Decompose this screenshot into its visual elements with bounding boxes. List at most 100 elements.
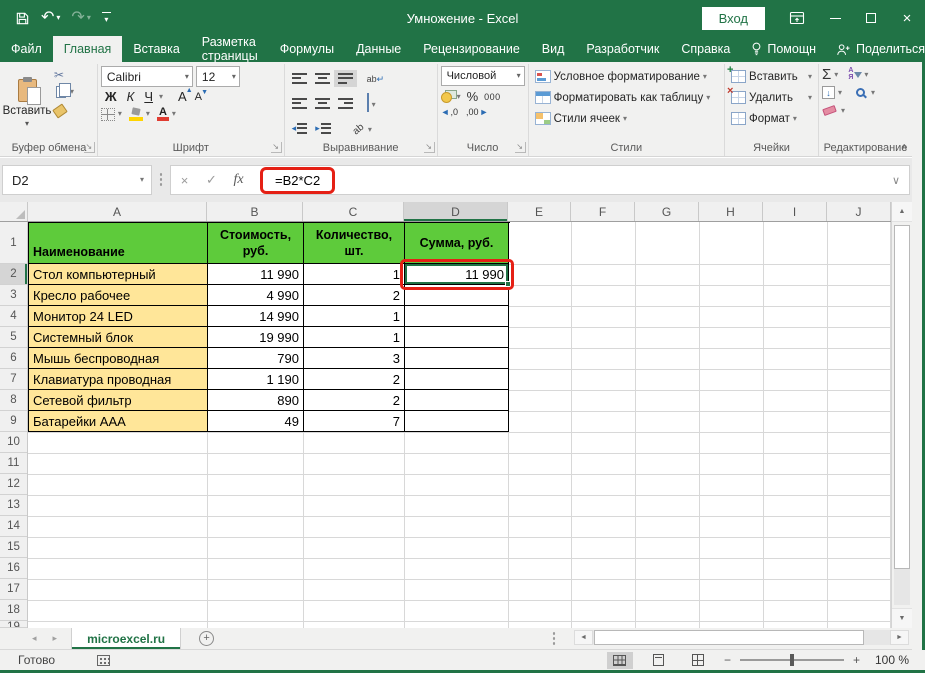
row-header-18[interactable]: 18 xyxy=(0,600,27,621)
autosum-button[interactable]: Σ▾ xyxy=(822,68,838,81)
bold-button[interactable]: Ж xyxy=(101,89,121,104)
format-cells-button[interactable]: Формат▾ xyxy=(728,110,815,127)
row-header-15[interactable]: 15 xyxy=(0,537,27,558)
column-header-c[interactable]: C xyxy=(303,202,404,221)
align-center-button[interactable] xyxy=(311,95,334,112)
cell-b3[interactable]: 4 990 xyxy=(208,285,304,306)
column-header-b[interactable]: B xyxy=(207,202,303,221)
cell-c3[interactable]: 2 xyxy=(304,285,405,306)
row-header-1[interactable]: 1 xyxy=(0,222,27,264)
clear-button[interactable]: ▾ xyxy=(822,104,845,117)
cell-d1[interactable]: Сумма, руб. xyxy=(405,223,509,264)
bottom-align-button[interactable] xyxy=(334,70,357,87)
row-header-8[interactable]: 8 xyxy=(0,390,27,411)
row-header-10[interactable]: 10 xyxy=(0,432,27,453)
cell-b2[interactable]: 11 990 xyxy=(208,264,304,285)
cell-c7[interactable]: 2 xyxy=(304,369,405,390)
column-header-e[interactable]: E xyxy=(508,202,571,221)
next-sheet-button[interactable]: ▸ xyxy=(53,633,58,644)
zoom-slider-thumb[interactable] xyxy=(790,654,794,666)
row-header-11[interactable]: 11 xyxy=(0,453,27,474)
cell-b6[interactable]: 790 xyxy=(208,348,304,369)
font-family-combo[interactable]: Calibri▾ xyxy=(101,66,193,87)
share-button[interactable]: Поделиться xyxy=(826,36,925,62)
tab-file[interactable]: Файл xyxy=(0,36,53,62)
row-header-4[interactable]: 4 xyxy=(0,306,27,327)
delete-cells-button[interactable]: Удалить▾ xyxy=(728,89,815,106)
decrease-indent-button[interactable]: ◂ xyxy=(288,120,312,137)
cell-c2[interactable]: 1 xyxy=(304,264,405,285)
undo-button[interactable]: ↶▾ xyxy=(41,11,60,25)
tab-page-layout[interactable]: Разметка страницы xyxy=(191,36,269,62)
column-header-a[interactable]: A xyxy=(28,202,207,221)
tab-view[interactable]: Вид xyxy=(531,36,576,62)
page-break-view-button[interactable] xyxy=(685,652,711,669)
cell-d4[interactable] xyxy=(405,306,509,327)
cell-a5[interactable]: Системный блок xyxy=(29,327,208,348)
copy-button[interactable]: ▾ xyxy=(54,86,74,98)
tab-insert[interactable]: Вставка xyxy=(122,36,190,62)
decrease-decimal-button[interactable]: ,00► xyxy=(466,107,488,117)
top-align-button[interactable] xyxy=(288,70,311,87)
cell-c8[interactable]: 2 xyxy=(304,390,405,411)
column-header-h[interactable]: H xyxy=(699,202,763,221)
format-as-table-button[interactable]: Форматировать как таблицу▾ xyxy=(532,89,721,106)
row-header-13[interactable]: 13 xyxy=(0,495,27,516)
paste-button[interactable]: Вставить ▾ xyxy=(4,66,50,140)
horizontal-scrollbar[interactable]: ◄ ► xyxy=(574,630,909,645)
redo-button[interactable]: ↷▾ xyxy=(71,11,90,25)
comma-style-button[interactable]: 000 xyxy=(484,92,501,102)
ribbon-display-options-button[interactable] xyxy=(789,11,805,25)
zoom-in-button[interactable]: + xyxy=(853,653,860,667)
cell-d7[interactable] xyxy=(405,369,509,390)
cell-d8[interactable] xyxy=(405,390,509,411)
vertical-scrollbar[interactable]: ▲ ▼ xyxy=(891,202,912,628)
cell-c6[interactable]: 3 xyxy=(304,348,405,369)
minimize-button[interactable] xyxy=(817,0,853,36)
tab-scroll-splitter[interactable] xyxy=(552,631,556,647)
clipboard-dialog-launcher[interactable]: ↘ xyxy=(84,142,95,153)
expand-formula-bar-button[interactable]: ∨ xyxy=(892,174,909,187)
zoom-out-button[interactable]: − xyxy=(724,653,731,667)
middle-align-button[interactable] xyxy=(311,70,334,87)
normal-view-button[interactable] xyxy=(607,652,633,669)
insert-cells-button[interactable]: Вставить▾ xyxy=(728,68,815,85)
customize-qat-button[interactable]: ▾ xyxy=(102,12,111,24)
cell-c1[interactable]: Количество, шт. xyxy=(304,223,405,264)
conditional-formatting-button[interactable]: Условное форматирование▾ xyxy=(532,68,721,85)
underline-button[interactable]: Ч xyxy=(140,89,157,104)
cell-a8[interactable]: Сетевой фильтр xyxy=(29,390,208,411)
row-header-16[interactable]: 16 xyxy=(0,558,27,579)
zoom-level[interactable]: 100 % xyxy=(869,653,909,667)
align-right-button[interactable] xyxy=(334,95,357,112)
formula-bar-splitter[interactable] xyxy=(159,172,163,188)
cell-c4[interactable]: 1 xyxy=(304,306,405,327)
tab-home[interactable]: Главная xyxy=(53,36,123,62)
enter-button[interactable]: ✓ xyxy=(198,172,225,188)
font-size-combo[interactable]: 12▾ xyxy=(196,66,240,87)
scroll-down-button[interactable]: ▼ xyxy=(892,608,912,628)
wrap-text-button[interactable]: ab↵ xyxy=(363,66,389,90)
percent-style-button[interactable]: % xyxy=(467,89,479,104)
accounting-format-button[interactable]: ▾ xyxy=(441,90,461,103)
cell-a1[interactable]: Наименование xyxy=(29,223,208,264)
cell-a2[interactable]: Стол компьютерный xyxy=(29,264,208,285)
row-header-3[interactable]: 3 xyxy=(0,285,27,306)
save-button[interactable] xyxy=(15,11,30,26)
font-dialog-launcher[interactable]: ↘ xyxy=(271,142,282,153)
tab-formulas[interactable]: Формулы xyxy=(269,36,345,62)
page-layout-view-button[interactable] xyxy=(646,652,672,669)
fill-button[interactable]: ↓▾ xyxy=(822,86,842,99)
row-header-2-selected[interactable]: 2 xyxy=(0,264,27,285)
scroll-up-button[interactable]: ▲ xyxy=(892,202,912,222)
prev-sheet-button[interactable]: ◂ xyxy=(32,633,37,644)
number-format-combo[interactable]: Числовой▾ xyxy=(441,66,525,86)
new-sheet-button[interactable]: + xyxy=(199,628,214,649)
font-color-button[interactable]: А▾ xyxy=(157,107,176,121)
cell-a7[interactable]: Клавиатура проводная xyxy=(29,369,208,390)
select-all-corner[interactable] xyxy=(0,202,28,221)
vertical-scroll-thumb[interactable] xyxy=(894,225,910,569)
column-header-j[interactable]: J xyxy=(827,202,891,221)
increase-indent-button[interactable]: ▸ xyxy=(311,120,335,137)
cell-b7[interactable]: 1 190 xyxy=(208,369,304,390)
